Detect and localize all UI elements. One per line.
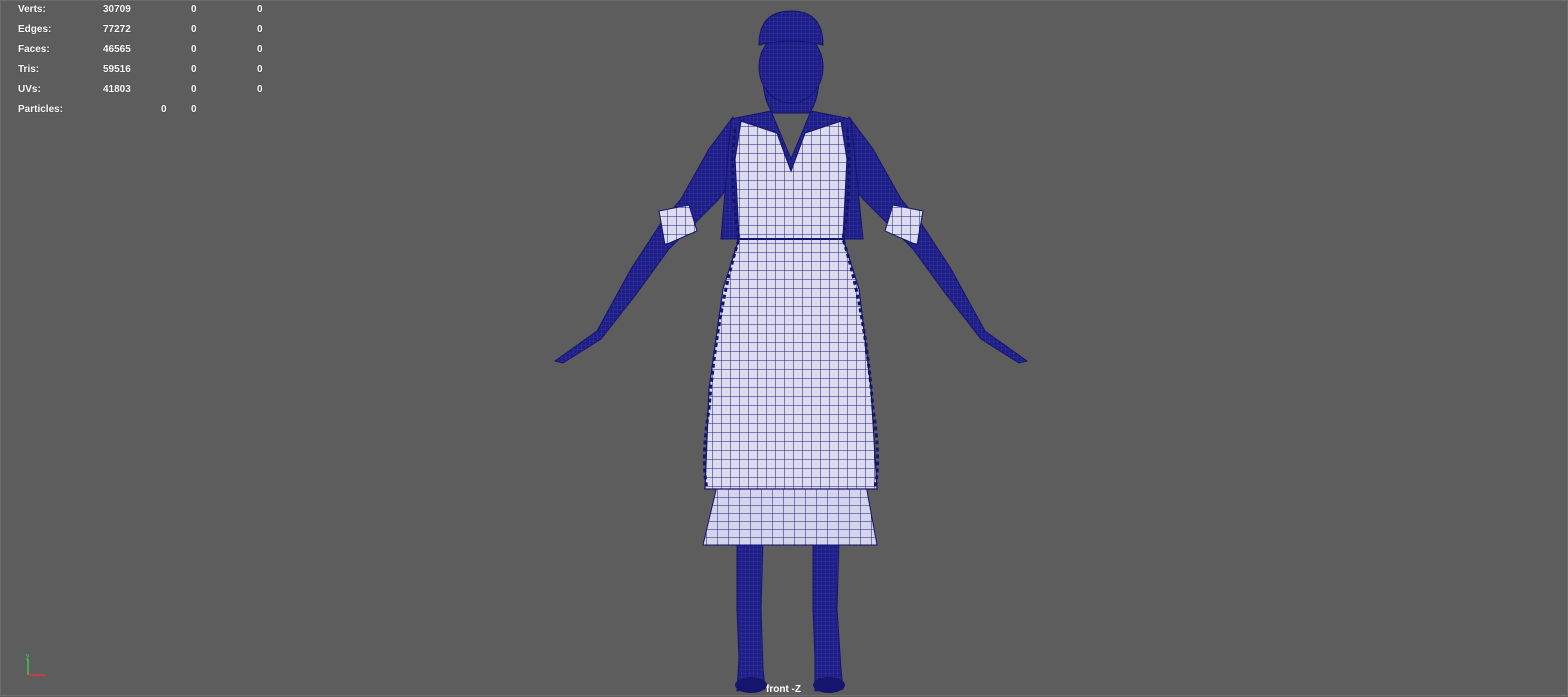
hud-label: Tris: (18, 64, 40, 75)
hud-components: 0 (257, 44, 263, 55)
legs-mesh (736, 538, 844, 692)
hud-label: UVs: (18, 84, 41, 95)
axis-x-label: x (42, 673, 46, 680)
hud-total: 41803 (103, 84, 131, 95)
hud-total: 46565 (103, 44, 131, 55)
hud-components: 0 (257, 4, 263, 15)
hud-components: 0 (257, 64, 263, 75)
hud-selected: 0 (191, 44, 197, 55)
axis-gizmo: y x (26, 653, 46, 680)
hud-label: Verts: (18, 4, 46, 15)
head-mesh (758, 10, 824, 114)
hud-total: 30709 (103, 4, 131, 15)
axis-y-label: y (26, 653, 30, 660)
hud-total: 77272 (103, 24, 131, 35)
camera-name-label: front -Z (766, 684, 801, 695)
hud-total: 0 (161, 104, 167, 115)
hud-selected: 0 (191, 64, 197, 75)
hud-label: Faces: (18, 44, 50, 55)
hud-selected: 0 (191, 24, 197, 35)
hud-selected: 0 (191, 84, 197, 95)
hud-label: Edges: (18, 24, 52, 35)
hud-components: 0 (257, 84, 263, 95)
maya-viewport[interactable]: Verts: 30709 0 0 Edges: 77272 0 0 Faces:… (0, 0, 1568, 696)
character-wireframe-model[interactable] (541, 9, 1041, 697)
hud-selected: 0 (191, 104, 197, 115)
hud-selected: 0 (191, 4, 197, 15)
hud-total: 59516 (103, 64, 131, 75)
hud-components: 0 (257, 24, 263, 35)
hud-label: Particles: (18, 104, 64, 115)
